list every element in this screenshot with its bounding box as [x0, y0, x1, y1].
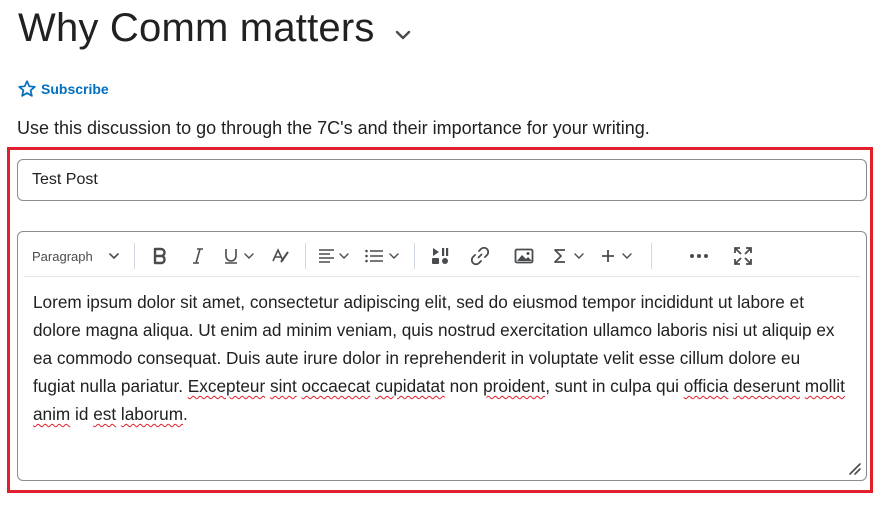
- body-text: , sunt in culpa qui: [545, 376, 684, 396]
- format-dropdown[interactable]: Paragraph: [24, 240, 128, 272]
- misspelled-word: est: [93, 404, 117, 424]
- discussion-description: Use this discussion to go through the 7C…: [17, 118, 650, 138]
- link-icon[interactable]: [459, 240, 501, 272]
- clear-format-icon[interactable]: [263, 240, 299, 272]
- format-label: Paragraph: [32, 248, 93, 264]
- misspelled-word: proident: [483, 376, 546, 396]
- title-row: Why Comm matters: [18, 6, 413, 51]
- insert-more-icon[interactable]: [595, 240, 643, 272]
- underline-icon[interactable]: [217, 240, 263, 272]
- misspelled-word: cupidatat: [375, 376, 445, 396]
- toolbar-divider: [651, 243, 652, 269]
- subscribe-label: Subscribe: [41, 81, 109, 97]
- toolbar-divider: [305, 243, 306, 269]
- rich-text-editor[interactable]: Paragraph Lorem ipsum dolor sit amet, co…: [17, 231, 867, 481]
- editor-content[interactable]: Lorem ipsum dolor sit amet, consectetur …: [33, 288, 846, 428]
- misspelled-word: Excepteur: [187, 376, 266, 396]
- page-title: Why Comm matters: [18, 6, 375, 50]
- body-text: non: [444, 376, 484, 396]
- more-options-icon[interactable]: [670, 240, 728, 272]
- align-icon[interactable]: [312, 240, 358, 272]
- misspelled-word: mollit: [804, 376, 845, 396]
- resize-handle-icon[interactable]: [846, 460, 862, 476]
- toolbar-divider: [414, 243, 415, 269]
- star-icon: [17, 79, 37, 99]
- fullscreen-icon[interactable]: [728, 240, 758, 272]
- equation-icon[interactable]: [547, 240, 595, 272]
- bold-icon[interactable]: [141, 240, 179, 272]
- chevron-down-icon: [109, 253, 119, 260]
- misspelled-word: laborum: [120, 404, 184, 424]
- toolbar-divider: [134, 243, 135, 269]
- body-text: id: [70, 404, 94, 424]
- misspelled-word: deserunt: [733, 376, 801, 396]
- misspelled-word: officia: [683, 376, 729, 396]
- subject-input[interactable]: [17, 159, 867, 201]
- subscribe-button[interactable]: Subscribe: [17, 79, 109, 99]
- body-text: .: [183, 404, 188, 424]
- misspelled-word: occaecat: [301, 376, 371, 396]
- list-icon[interactable]: [358, 240, 408, 272]
- misspelled-word: anim: [33, 404, 71, 424]
- editor-toolbar: Paragraph: [24, 236, 860, 277]
- chevron-down-icon[interactable]: [393, 25, 413, 45]
- misspelled-word: sint: [269, 376, 297, 396]
- image-icon[interactable]: [501, 240, 547, 272]
- italic-icon[interactable]: [179, 240, 217, 272]
- insert-media-icon[interactable]: [421, 240, 459, 272]
